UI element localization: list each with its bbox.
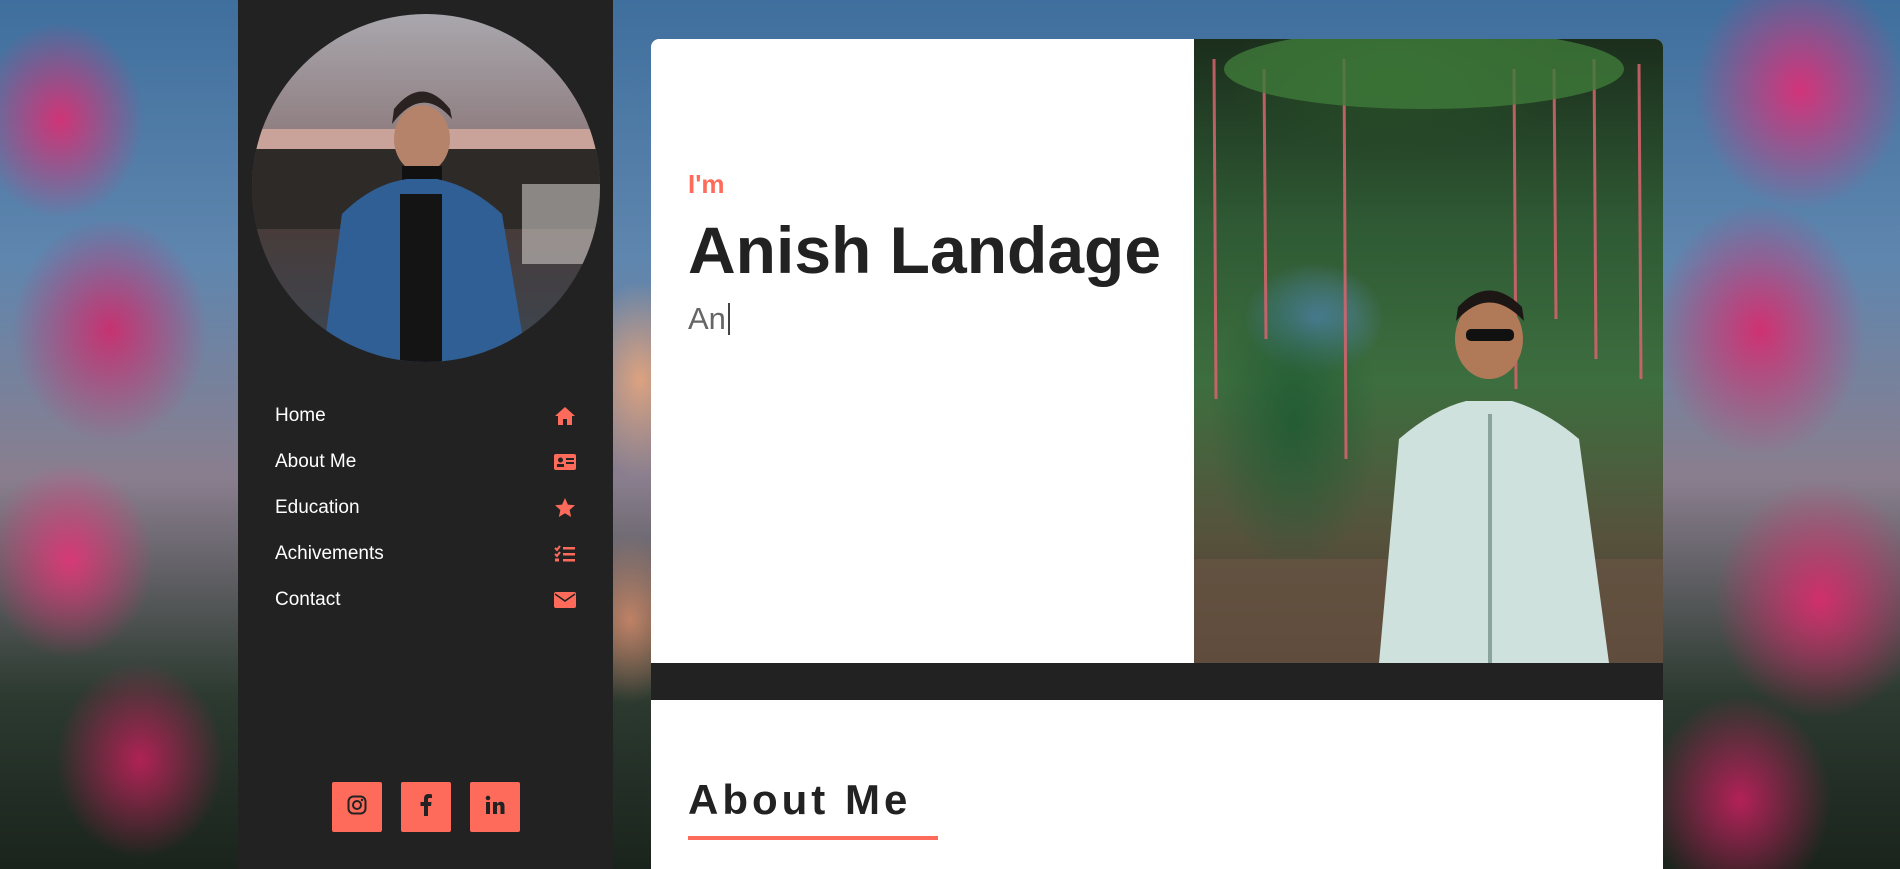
social-links xyxy=(332,782,520,832)
hero-text: I'm Anish Landage An xyxy=(688,169,1161,337)
sidebar-item-contact[interactable]: Contact xyxy=(275,577,577,623)
avatar xyxy=(252,14,600,362)
sidebar: Home About Me Education Achivements Cont… xyxy=(238,0,613,869)
sidebar-item-label: Home xyxy=(275,405,326,426)
star-icon xyxy=(553,496,577,520)
profile-photo xyxy=(252,91,600,362)
facebook-icon xyxy=(420,793,432,821)
sidebar-item-education[interactable]: Education xyxy=(275,485,577,531)
section-divider xyxy=(651,663,1663,700)
sidebar-item-about[interactable]: About Me xyxy=(275,439,577,485)
instagram-icon xyxy=(347,795,367,820)
typing-cursor xyxy=(727,302,730,335)
typed-text: An xyxy=(688,300,726,336)
about-title: About Me xyxy=(688,776,912,823)
facebook-button[interactable] xyxy=(401,782,451,832)
about-section: About Me xyxy=(651,700,1663,869)
hero-intro: I'm xyxy=(688,169,725,199)
linkedin-icon xyxy=(485,795,505,820)
title-underline xyxy=(688,836,938,840)
typed-subtitle: An xyxy=(688,301,1161,337)
linkedin-button[interactable] xyxy=(470,782,520,832)
envelope-icon xyxy=(553,588,577,612)
id-card-icon xyxy=(553,450,577,474)
instagram-button[interactable] xyxy=(332,782,382,832)
sidebar-nav: Home About Me Education Achivements Cont… xyxy=(275,393,577,623)
hero-photo xyxy=(1194,39,1663,663)
sidebar-item-home[interactable]: Home xyxy=(275,393,577,439)
home-icon xyxy=(553,404,577,428)
sidebar-item-label: Education xyxy=(275,497,360,518)
sidebar-item-achivements[interactable]: Achivements xyxy=(275,531,577,577)
tasks-icon xyxy=(553,542,577,566)
sidebar-item-label: Achivements xyxy=(275,543,384,564)
sidebar-item-label: About Me xyxy=(275,451,357,472)
hero-name: Anish Landage xyxy=(688,213,1162,287)
hero-section: I'm Anish Landage An xyxy=(651,39,1663,663)
sidebar-item-label: Contact xyxy=(275,589,341,610)
